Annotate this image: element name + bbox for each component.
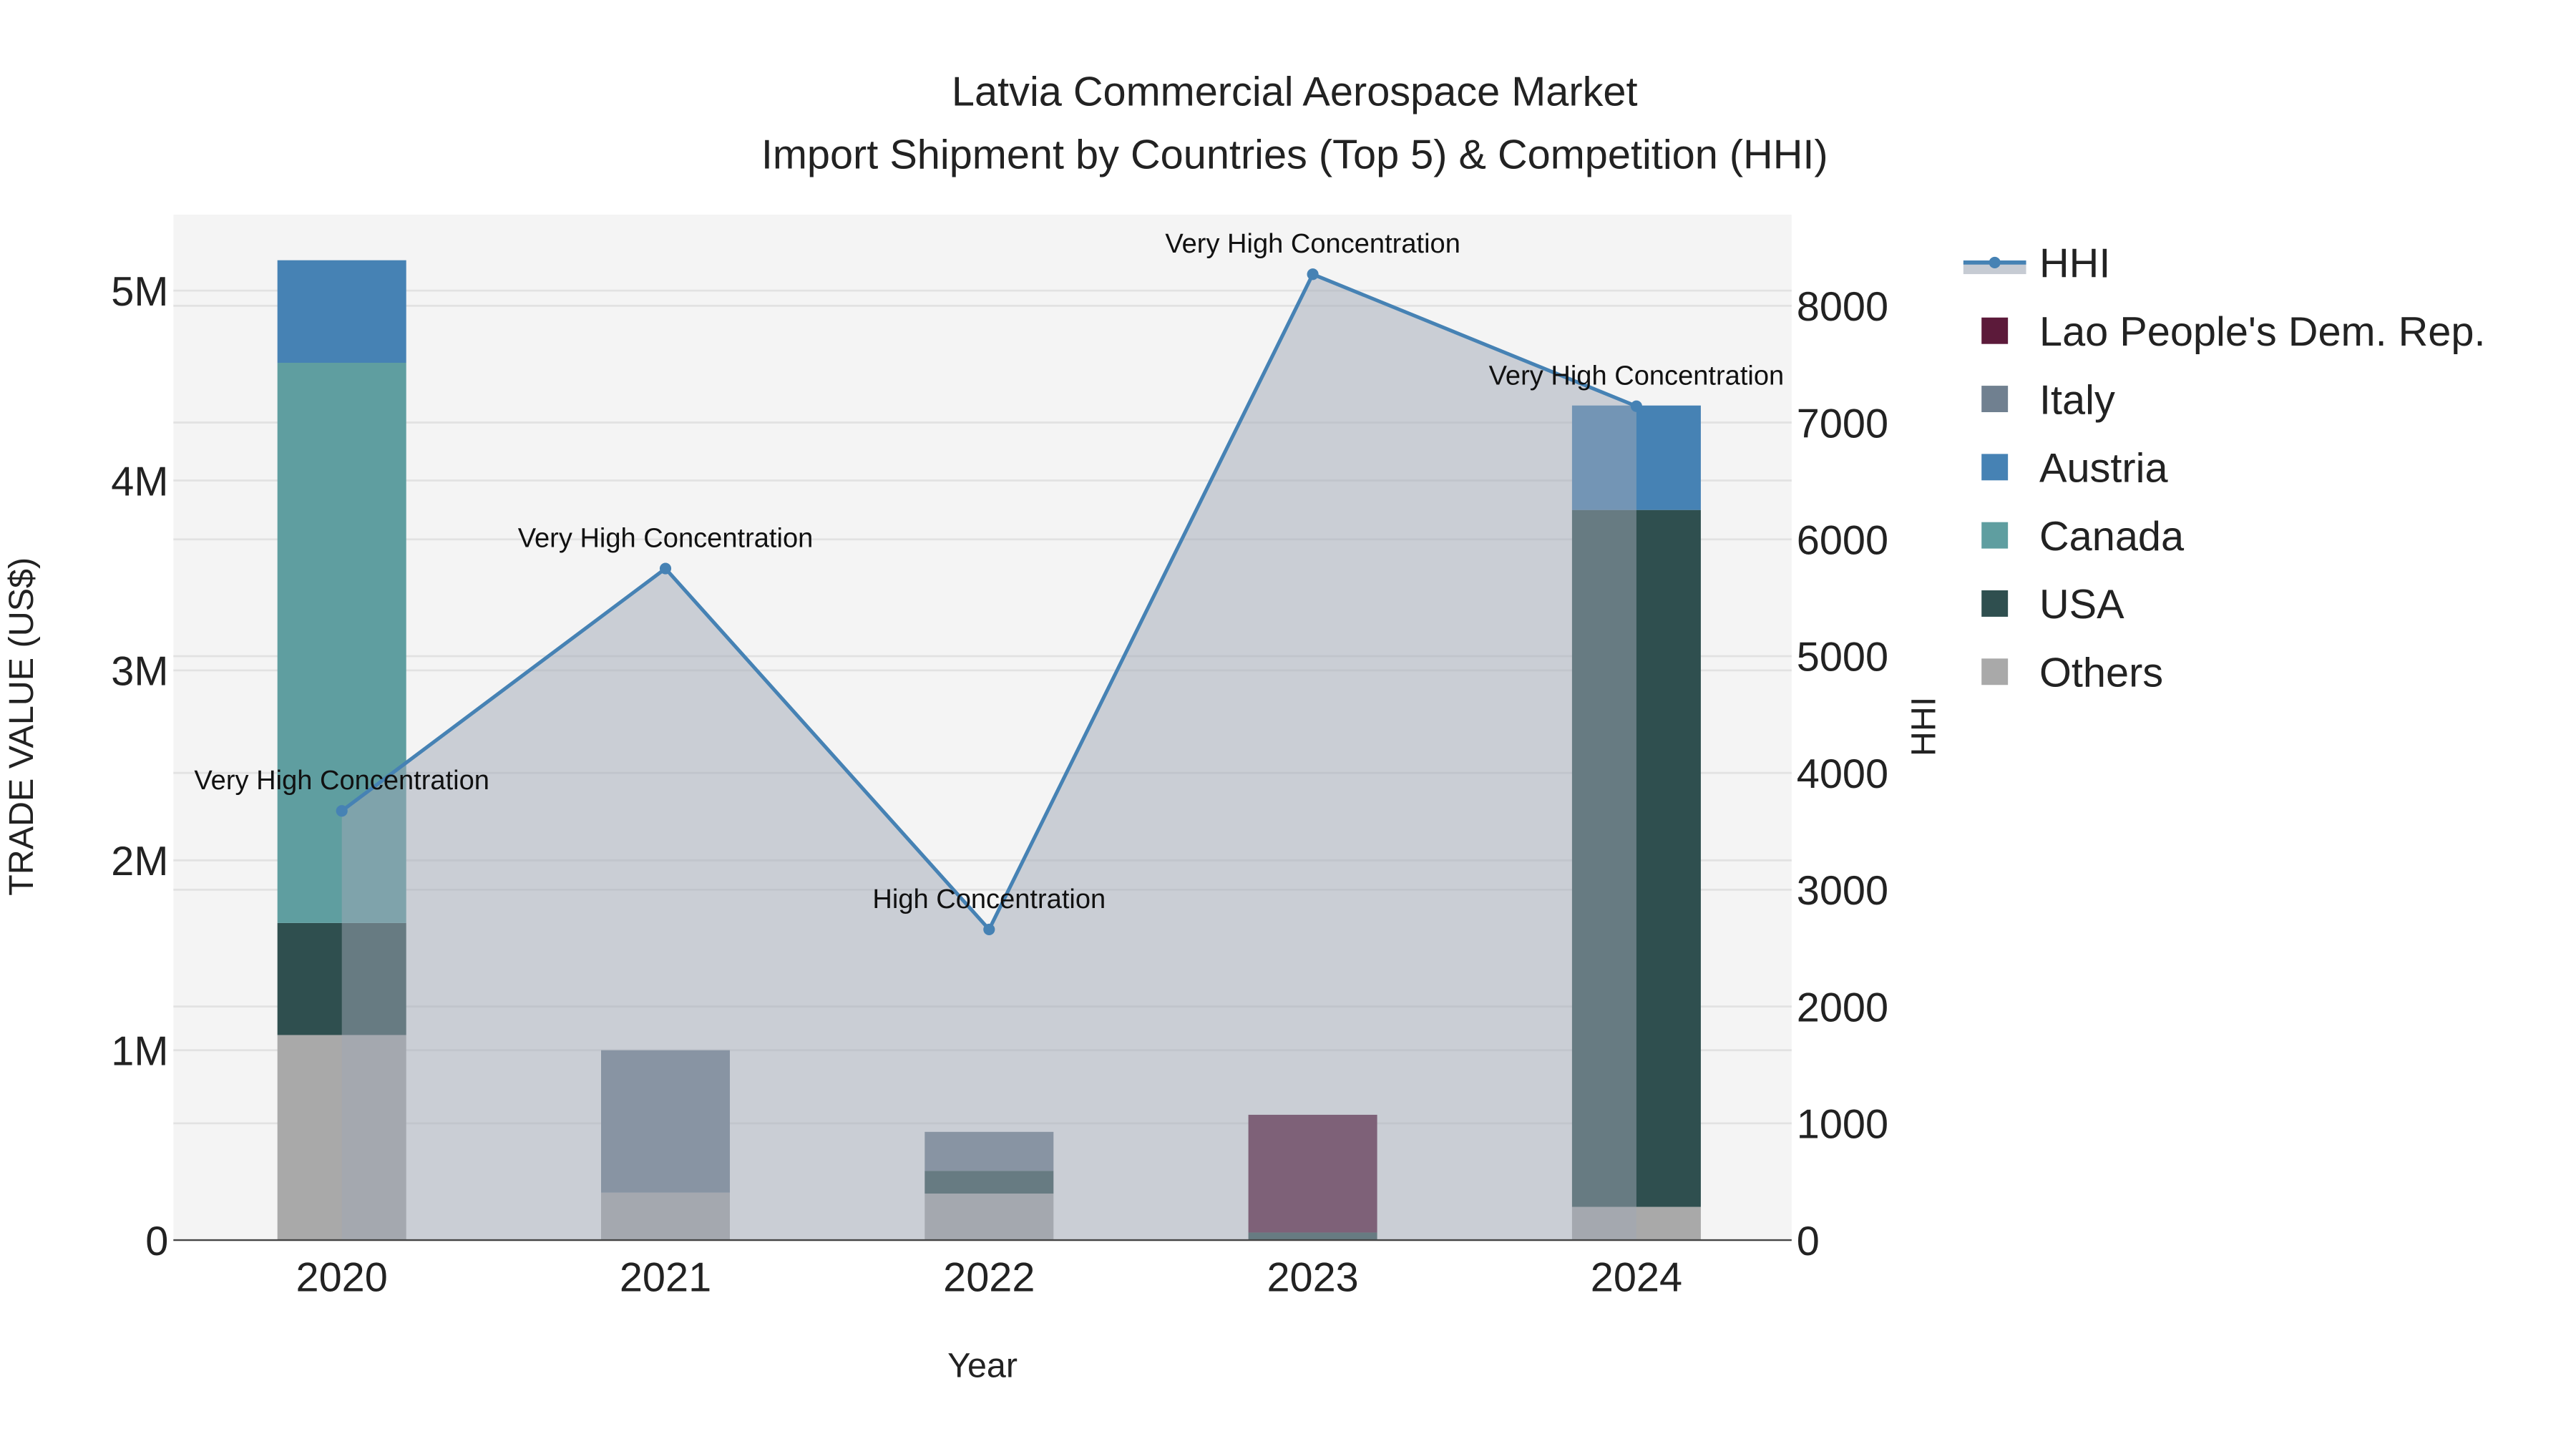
x-tick-label: 2022 (943, 1255, 1035, 1301)
y2-tick-label: 1000 (1797, 1102, 1888, 1148)
legend-label: Italy (2039, 377, 2115, 423)
legend-swatch (1981, 522, 2009, 549)
legend-label: Others (2039, 650, 2163, 696)
hhi-annotation: Very High Concentration (1489, 361, 1785, 391)
legend-swatch (1981, 590, 2009, 617)
hhi-point-2020 (336, 805, 348, 817)
hhi-point-2021 (659, 562, 672, 575)
legend-label: Austria (2039, 446, 2168, 492)
x-tick-label: 2020 (296, 1255, 388, 1301)
legend-swatch (1981, 386, 2009, 412)
y2-tick-label: 7000 (1797, 401, 1888, 447)
y2-tick-label: 0 (1797, 1219, 1820, 1264)
x-tick-label: 2024 (1591, 1255, 1682, 1301)
chart-subtitle: Import Shipment by Countries (Top 5) & C… (761, 132, 1828, 177)
hhi-annotation: High Concentration (872, 884, 1106, 914)
hhi-point-2022 (983, 923, 995, 935)
bar-austria-2020 (277, 260, 406, 364)
y2-tick-label: 5000 (1797, 635, 1888, 680)
legend-swatch (1981, 454, 2009, 481)
hhi-annotation: Very High Concentration (1165, 229, 1460, 259)
hhi-point-2023 (1307, 268, 1319, 280)
x-tick-label: 2021 (620, 1255, 711, 1301)
x-tick-label: 2023 (1267, 1255, 1358, 1301)
legend-swatch (1981, 658, 2009, 686)
y2-tick-label: 8000 (1797, 284, 1888, 330)
y2-tick-label: 4000 (1797, 751, 1888, 797)
legend-label: Canada (2039, 514, 2185, 560)
legend-hhi-marker (1989, 256, 2001, 268)
legend-label: Lao People's Dem. Rep. (2039, 309, 2486, 355)
y2-tick-label: 3000 (1797, 868, 1888, 914)
y-tick-label: 5M (111, 269, 168, 315)
y-tick-label: 3M (111, 649, 168, 695)
hhi-annotation: Very High Concentration (194, 766, 489, 796)
y2-tick-label: 2000 (1797, 985, 1888, 1030)
hhi-annotation: Very High Concentration (518, 524, 814, 554)
chart-title: Latvia Commercial Aerospace Market (952, 69, 1638, 115)
y-tick-label: 4M (111, 459, 168, 504)
y-tick-label: 0 (145, 1219, 168, 1264)
legend-swatch (1981, 317, 2009, 344)
hhi-point-2024 (1630, 400, 1642, 412)
y-tick-label: 2M (111, 839, 168, 884)
y2-tick-label: 6000 (1797, 518, 1888, 564)
x-axis-title: Year (947, 1347, 1018, 1385)
y-tick-label: 1M (111, 1028, 168, 1074)
y-axis-title: TRADE VALUE (US$) (2, 557, 41, 896)
chart: Very High Concentration Very High Concent… (2, 69, 2486, 1385)
legend-label: USA (2039, 582, 2124, 628)
legend: HHI Lao People's Dem. Rep. Italy Austria Can… (1963, 241, 2486, 696)
legend-label: HHI (2039, 241, 2110, 287)
y2-axis-title: HHI (1905, 697, 1943, 756)
